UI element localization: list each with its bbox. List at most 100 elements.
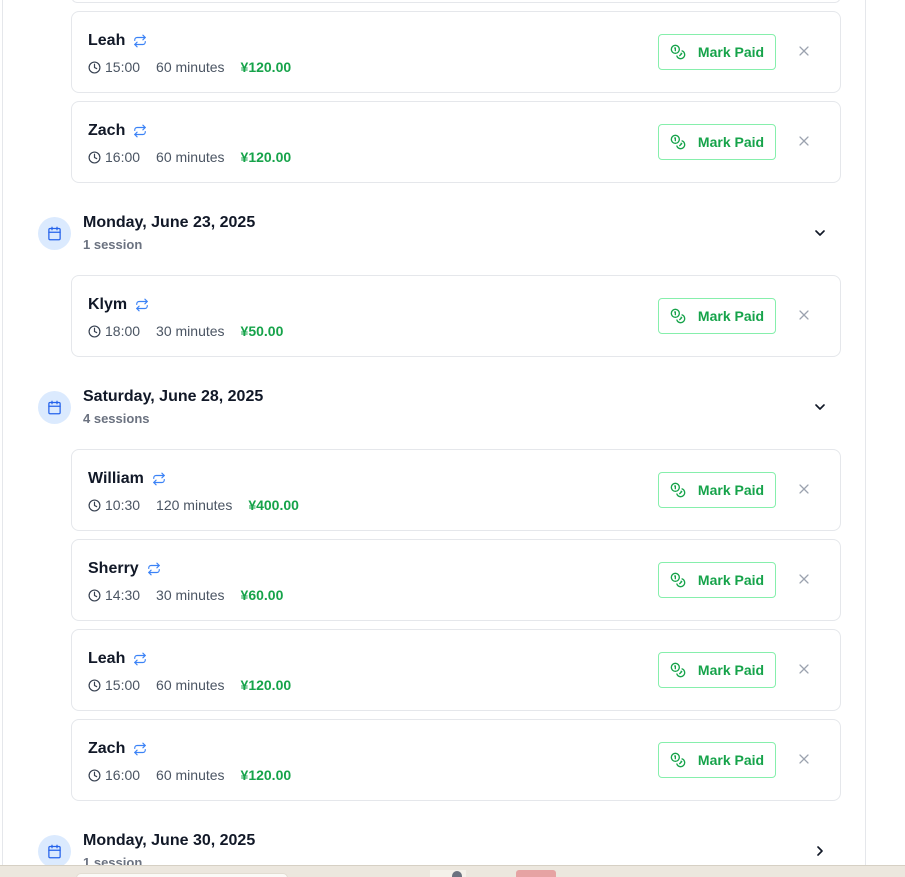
mark-paid-button[interactable]: Mark Paid (658, 472, 776, 508)
mark-paid-label: Mark Paid (697, 134, 765, 150)
session-name-row: Leah (88, 32, 147, 50)
session-name-row: Sherry (88, 560, 161, 578)
repeat-icon (135, 298, 149, 312)
coins-icon (670, 572, 686, 588)
remove-session-button[interactable] (794, 751, 814, 771)
session-name-row: William (88, 470, 166, 488)
session-duration: 60 minutes (156, 767, 225, 783)
clock-icon (88, 324, 101, 338)
mark-paid-button[interactable]: Mark Paid (658, 742, 776, 778)
close-icon (798, 44, 810, 62)
client-name: Leah (88, 650, 126, 667)
session-meta: 18:00 30 minutes ¥50.00 (88, 323, 283, 339)
coins-icon (670, 134, 686, 150)
repeat-icon (133, 652, 147, 666)
repeat-icon (152, 472, 166, 486)
client-name: Sherry (88, 560, 139, 577)
clock-icon (88, 588, 101, 602)
session-time: 15:00 (105, 59, 141, 75)
session-name-row: Zach (88, 122, 147, 140)
mark-paid-label: Mark Paid (697, 308, 765, 324)
taskbar-app-icon (452, 871, 462, 877)
clock-icon (88, 60, 101, 74)
mark-paid-button[interactable]: Mark Paid (658, 124, 776, 160)
session-card[interactable]: Sherry 14:30 30 minutes ¥60.00 Mark Paid (71, 539, 841, 621)
day-date: Saturday, June 28, 2025 (83, 388, 264, 405)
mark-paid-button[interactable]: Mark Paid (658, 652, 776, 688)
day-session-count: 1 session (83, 237, 143, 252)
client-name: Leah (88, 32, 126, 49)
day-date: Monday, June 30, 2025 (83, 832, 256, 849)
close-icon (798, 752, 810, 770)
previous-session-card[interactable] (71, 0, 841, 3)
clock-icon (88, 678, 101, 692)
session-time: 15:00 (105, 677, 141, 693)
session-price: ¥60.00 (240, 587, 284, 603)
day-header[interactable]: Monday, June 23, 2025 1 session (38, 214, 838, 261)
session-meta: 16:00 60 minutes ¥120.00 (88, 149, 291, 165)
coins-icon (670, 44, 686, 60)
session-card[interactable]: Leah 15:00 60 minutes ¥120.00 Mark Paid (71, 629, 841, 711)
calendar-icon (38, 217, 71, 250)
close-icon (798, 662, 810, 680)
session-card[interactable]: William 10:30 120 minutes ¥400.00 Mark P… (71, 449, 841, 531)
session-price: ¥50.00 (240, 323, 284, 339)
day-header[interactable]: Saturday, June 28, 2025 4 sessions (38, 388, 838, 435)
session-meta: 15:00 60 minutes ¥120.00 (88, 677, 291, 693)
chevron-down-icon[interactable] (812, 225, 828, 241)
remove-session-button[interactable] (794, 571, 814, 591)
mark-paid-button[interactable]: Mark Paid (658, 562, 776, 598)
client-name: Zach (88, 740, 126, 757)
session-duration: 30 minutes (156, 323, 225, 339)
mark-paid-label: Mark Paid (697, 44, 765, 60)
day-session-count: 4 sessions (83, 411, 150, 426)
mark-paid-label: Mark Paid (697, 482, 765, 498)
remove-session-button[interactable] (794, 481, 814, 501)
session-time: 10:30 (105, 497, 141, 513)
session-duration: 60 minutes (156, 59, 225, 75)
session-price: ¥120.00 (240, 677, 292, 693)
os-taskbar (0, 865, 905, 877)
close-icon (798, 134, 810, 152)
session-meta: 14:30 30 minutes ¥60.00 (88, 587, 283, 603)
remove-session-button[interactable] (794, 133, 814, 153)
remove-session-button[interactable] (794, 661, 814, 681)
mark-paid-label: Mark Paid (697, 662, 765, 678)
session-duration: 60 minutes (156, 149, 225, 165)
session-price: ¥120.00 (240, 59, 292, 75)
session-meta: 15:00 60 minutes ¥120.00 (88, 59, 291, 75)
session-meta: 10:30 120 minutes ¥400.00 (88, 497, 299, 513)
session-price: ¥400.00 (248, 497, 299, 513)
chevron-right-icon[interactable] (812, 843, 828, 859)
session-duration: 30 minutes (156, 587, 225, 603)
session-card[interactable]: Zach 16:00 60 minutes ¥120.00 Mark Paid (71, 101, 841, 183)
session-card[interactable]: Leah 15:00 60 minutes ¥120.00 Mark Paid (71, 11, 841, 93)
coins-icon (670, 308, 686, 324)
mark-paid-button[interactable]: Mark Paid (658, 34, 776, 70)
session-price: ¥120.00 (240, 149, 292, 165)
calendar-icon (38, 835, 71, 868)
close-icon (798, 308, 810, 326)
session-time: 16:00 (105, 149, 141, 165)
repeat-icon (133, 124, 147, 138)
session-time: 14:30 (105, 587, 141, 603)
clock-icon (88, 498, 101, 512)
session-price: ¥120.00 (240, 767, 292, 783)
close-icon (798, 572, 810, 590)
mark-paid-button[interactable]: Mark Paid (658, 298, 776, 334)
remove-session-button[interactable] (794, 43, 814, 63)
clock-icon (88, 150, 101, 164)
session-name-row: Zach (88, 740, 147, 758)
session-time: 18:00 (105, 323, 141, 339)
repeat-icon (147, 562, 161, 576)
taskbar-search-field[interactable] (76, 873, 288, 877)
close-icon (798, 482, 810, 500)
coins-icon (670, 482, 686, 498)
day-date: Monday, June 23, 2025 (83, 214, 256, 231)
remove-session-button[interactable] (794, 307, 814, 327)
taskbar-app-icon[interactable] (516, 870, 556, 877)
session-card[interactable]: Klym 18:00 30 minutes ¥50.00 Mark Paid (71, 275, 841, 357)
repeat-icon (133, 34, 147, 48)
session-card[interactable]: Zach 16:00 60 minutes ¥120.00 Mark Paid (71, 719, 841, 801)
chevron-down-icon[interactable] (812, 399, 828, 415)
